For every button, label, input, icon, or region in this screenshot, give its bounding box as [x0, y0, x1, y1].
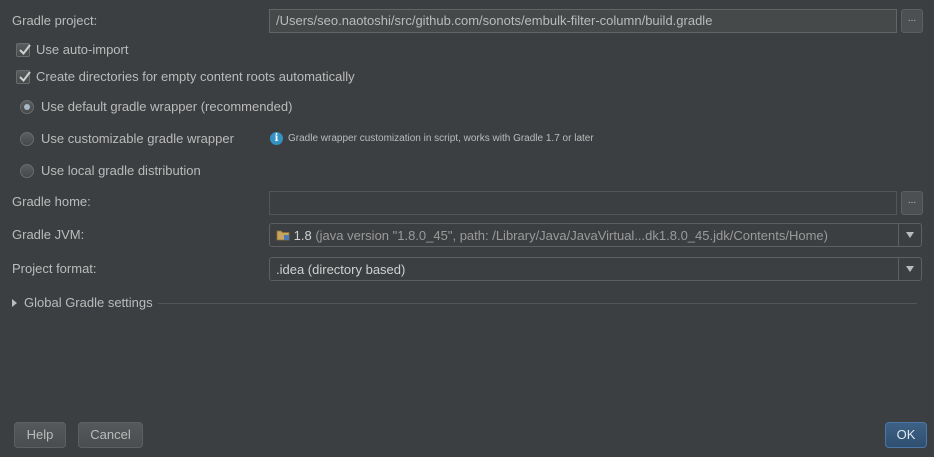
gradle-project-input[interactable]: /Users/seo.naotoshi/src/github.com/sonot… — [269, 9, 897, 33]
create-dirs-checkbox[interactable] — [16, 70, 31, 84]
chevron-down-icon — [906, 266, 914, 272]
radio-selected-dot — [24, 104, 30, 110]
gradle-jvm-label: Gradle JVM: — [12, 227, 85, 242]
info-icon: i — [270, 132, 283, 145]
gradle-jvm-text: 1.8 (java version "1.8.0_45", path: /Lib… — [270, 228, 898, 243]
chevron-right-icon[interactable] — [12, 299, 17, 307]
project-format-value: .idea (directory based) — [276, 261, 406, 277]
local-distribution-radio[interactable] — [20, 164, 34, 178]
local-distribution-label: Use local gradle distribution — [41, 163, 201, 178]
customizable-wrapper-radio[interactable] — [20, 132, 34, 146]
checkmark-icon — [19, 71, 31, 83]
gradle-home-browse-button[interactable]: ... — [901, 191, 923, 215]
gradle-project-browse-button[interactable]: ... — [901, 9, 923, 33]
default-wrapper-label: Use default gradle wrapper (recommended) — [41, 99, 293, 114]
checkmark-icon — [19, 44, 31, 56]
project-format-label: Project format: — [12, 261, 97, 276]
ok-button[interactable]: OK — [885, 422, 927, 448]
cancel-button[interactable]: Cancel — [78, 422, 143, 448]
gradle-jvm-dropdown-arrow[interactable] — [898, 224, 921, 246]
global-gradle-settings-toggle[interactable]: Global Gradle settings — [24, 295, 153, 311]
project-format-combo[interactable]: .idea (directory based) — [269, 257, 922, 281]
create-dirs-label: Create directories for empty content roo… — [36, 69, 355, 84]
gradle-jvm-version: 1.8 — [293, 227, 312, 243]
gradle-home-input[interactable] — [269, 191, 897, 215]
auto-import-checkbox[interactable] — [16, 43, 31, 57]
folder-icon — [276, 230, 290, 240]
section-divider — [158, 303, 917, 304]
gradle-jvm-detail: (java version "1.8.0_45", path: /Library… — [315, 227, 828, 243]
gradle-project-label: Gradle project: — [12, 13, 98, 28]
wrapper-hint-text: Gradle wrapper customization in script, … — [288, 133, 594, 144]
customizable-wrapper-label: Use customizable gradle wrapper — [41, 131, 234, 146]
chevron-down-icon — [906, 232, 914, 238]
auto-import-label: Use auto-import — [36, 42, 129, 57]
help-button[interactable]: Help — [14, 422, 66, 448]
project-format-dropdown-arrow[interactable] — [898, 258, 921, 280]
default-wrapper-radio[interactable] — [20, 100, 34, 114]
gradle-home-label: Gradle home: — [12, 194, 91, 209]
gradle-jvm-combo[interactable]: 1.8 (java version "1.8.0_45", path: /Lib… — [269, 223, 922, 247]
